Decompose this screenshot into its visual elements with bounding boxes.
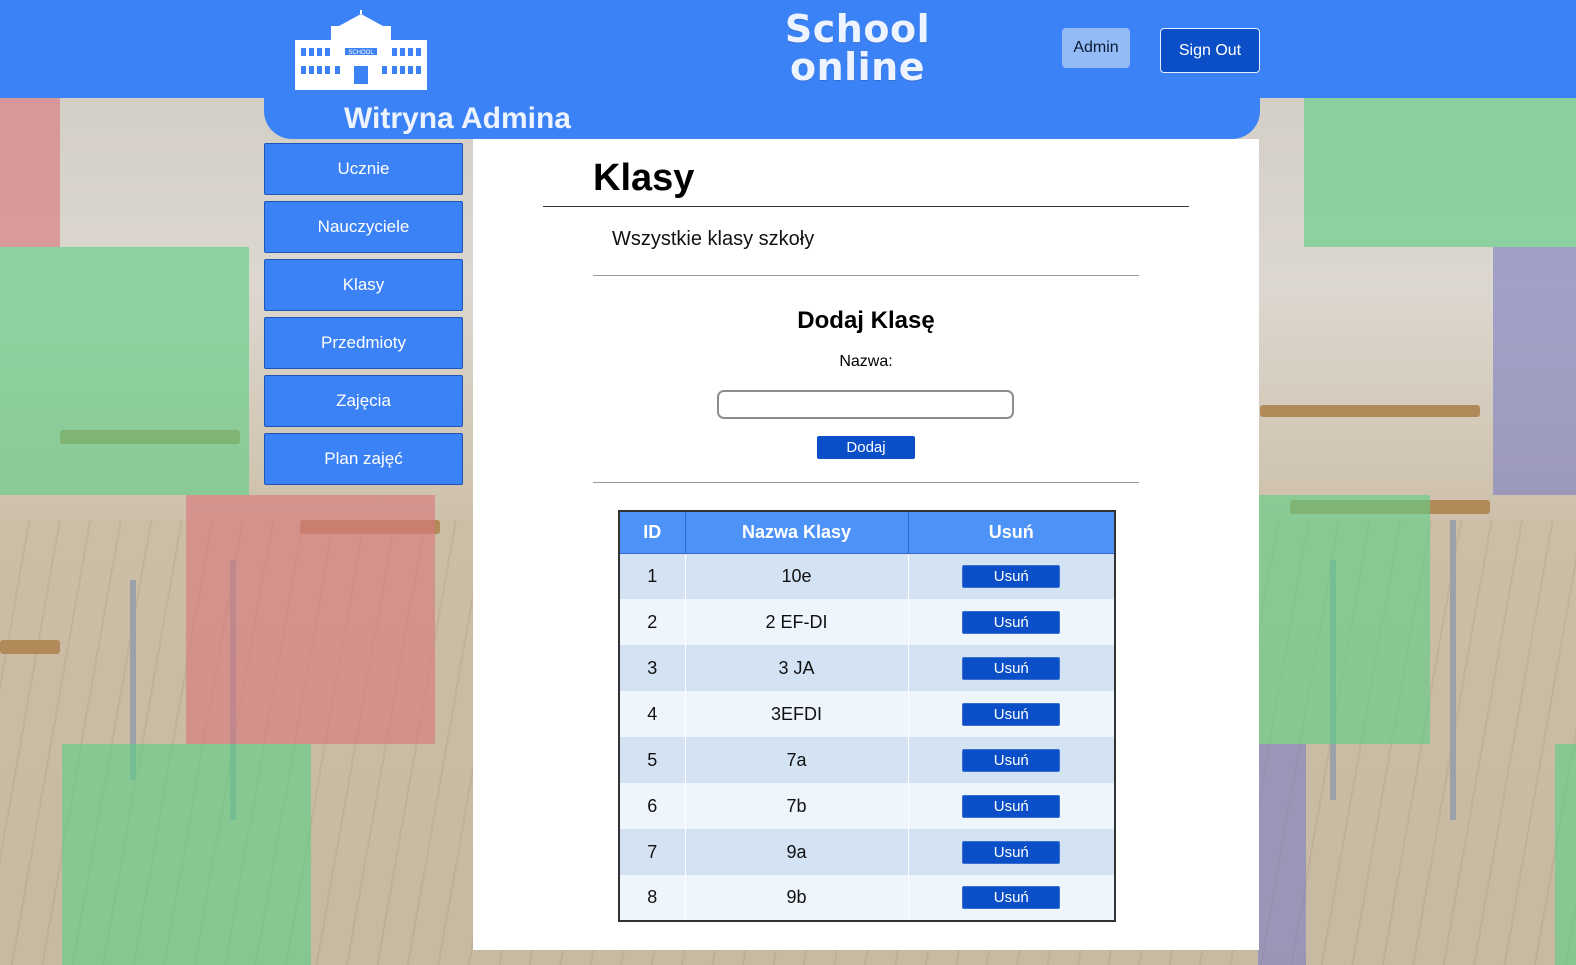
svg-text:SCHOOL: SCHOOL	[348, 50, 374, 56]
cell-delete: Usuń	[908, 783, 1116, 829]
column-header-id: ID	[618, 510, 686, 554]
banner-title: Witryna Admina	[344, 102, 571, 135]
cell-delete: Usuń	[908, 737, 1116, 783]
delete-class-button[interactable]: Usuń	[962, 794, 1061, 818]
cell-delete: Usuń	[908, 691, 1116, 737]
cell-class-name: 7b	[685, 783, 909, 829]
sidebar-item-klasy[interactable]: Klasy	[264, 259, 463, 311]
page-title: Klasy	[593, 157, 695, 199]
main-content-panel: Klasy Wszystkie klasy szkoły Dodaj Klasę…	[473, 139, 1259, 950]
delete-class-button[interactable]: Usuń	[962, 702, 1061, 726]
cell-id: 7	[619, 829, 686, 875]
class-name-label: Nazwa:	[839, 353, 893, 370]
cell-id: 1	[619, 553, 686, 599]
site-banner: Witryna Admina	[264, 98, 1260, 139]
cell-class-name: 3EFDI	[685, 691, 909, 737]
sidebar-item-zajecia[interactable]: Zajęcia	[264, 375, 463, 427]
cell-class-name: 9a	[685, 829, 909, 875]
sign-out-button[interactable]: Sign Out	[1160, 28, 1260, 73]
brand-logo-text[interactable]: School online	[770, 10, 945, 86]
sidebar-item-ucznie[interactable]: Ucznie	[264, 143, 463, 195]
cell-id: 5	[619, 737, 686, 783]
class-name-input[interactable]	[717, 390, 1014, 419]
add-class-button[interactable]: Dodaj	[817, 436, 915, 459]
brand-line-2: online	[789, 45, 926, 89]
admin-button[interactable]: Admin	[1062, 28, 1130, 68]
divider	[593, 275, 1139, 276]
title-divider	[543, 206, 1189, 207]
column-header-name: Nazwa Klasy	[684, 510, 909, 554]
table-row: 1 10e Usuń	[619, 553, 1116, 599]
sidebar-item-nauczyciele[interactable]: Nauczyciele	[264, 201, 463, 253]
table-row: 6 7b Usuń	[619, 783, 1116, 829]
table-row: 3 3 JA Usuń	[619, 645, 1116, 691]
delete-class-button[interactable]: Usuń	[962, 564, 1061, 588]
cell-class-name: 3 JA	[685, 645, 909, 691]
delete-class-button[interactable]: Usuń	[962, 748, 1061, 772]
column-header-delete: Usuń	[907, 510, 1116, 554]
school-building-icon[interactable]: SCHOOL	[295, 10, 427, 90]
table-row: 8 9b Usuń	[619, 875, 1116, 921]
delete-class-button[interactable]: Usuń	[962, 610, 1061, 634]
add-class-form-title: Dodaj Klasę	[797, 307, 935, 334]
brand-line-1: School	[784, 7, 931, 51]
delete-class-button[interactable]: Usuń	[962, 886, 1061, 909]
cell-delete: Usuń	[908, 875, 1116, 921]
cell-class-name: 2 EF-DI	[685, 599, 909, 645]
cell-delete: Usuń	[908, 645, 1116, 691]
sidebar-item-plan-zajec[interactable]: Plan zajęć	[264, 433, 463, 485]
sidebar-nav: Ucznie Nauczyciele Klasy Przedmioty Zaję…	[264, 143, 464, 491]
delete-class-button[interactable]: Usuń	[962, 656, 1061, 680]
table-row: 7 9a Usuń	[619, 829, 1116, 875]
cell-class-name: 9b	[685, 875, 909, 921]
cell-id: 6	[619, 783, 686, 829]
classes-table: ID Nazwa Klasy Usuń 1 10e Usuń 2 2 EF-DI…	[618, 510, 1116, 922]
table-row: 2 2 EF-DI Usuń	[619, 599, 1116, 645]
delete-class-button[interactable]: Usuń	[962, 840, 1061, 864]
cell-delete: Usuń	[908, 599, 1116, 645]
table-row: 5 7a Usuń	[619, 737, 1116, 783]
top-navbar: SCHOOL School online Admin Sign Out	[0, 0, 1576, 98]
page-subtitle: Wszystkie klasy szkoły	[612, 228, 815, 250]
cell-class-name: 7a	[685, 737, 909, 783]
cell-delete: Usuń	[908, 553, 1116, 599]
divider	[593, 482, 1139, 483]
cell-id: 8	[619, 875, 686, 921]
table-header-row: ID Nazwa Klasy Usuń	[618, 510, 1116, 554]
cell-id: 2	[619, 599, 686, 645]
table-row: 4 3EFDI Usuń	[619, 691, 1116, 737]
cell-id: 4	[619, 691, 686, 737]
cell-class-name: 10e	[685, 553, 909, 599]
cell-delete: Usuń	[908, 829, 1116, 875]
sidebar-item-przedmioty[interactable]: Przedmioty	[264, 317, 463, 369]
cell-id: 3	[619, 645, 686, 691]
